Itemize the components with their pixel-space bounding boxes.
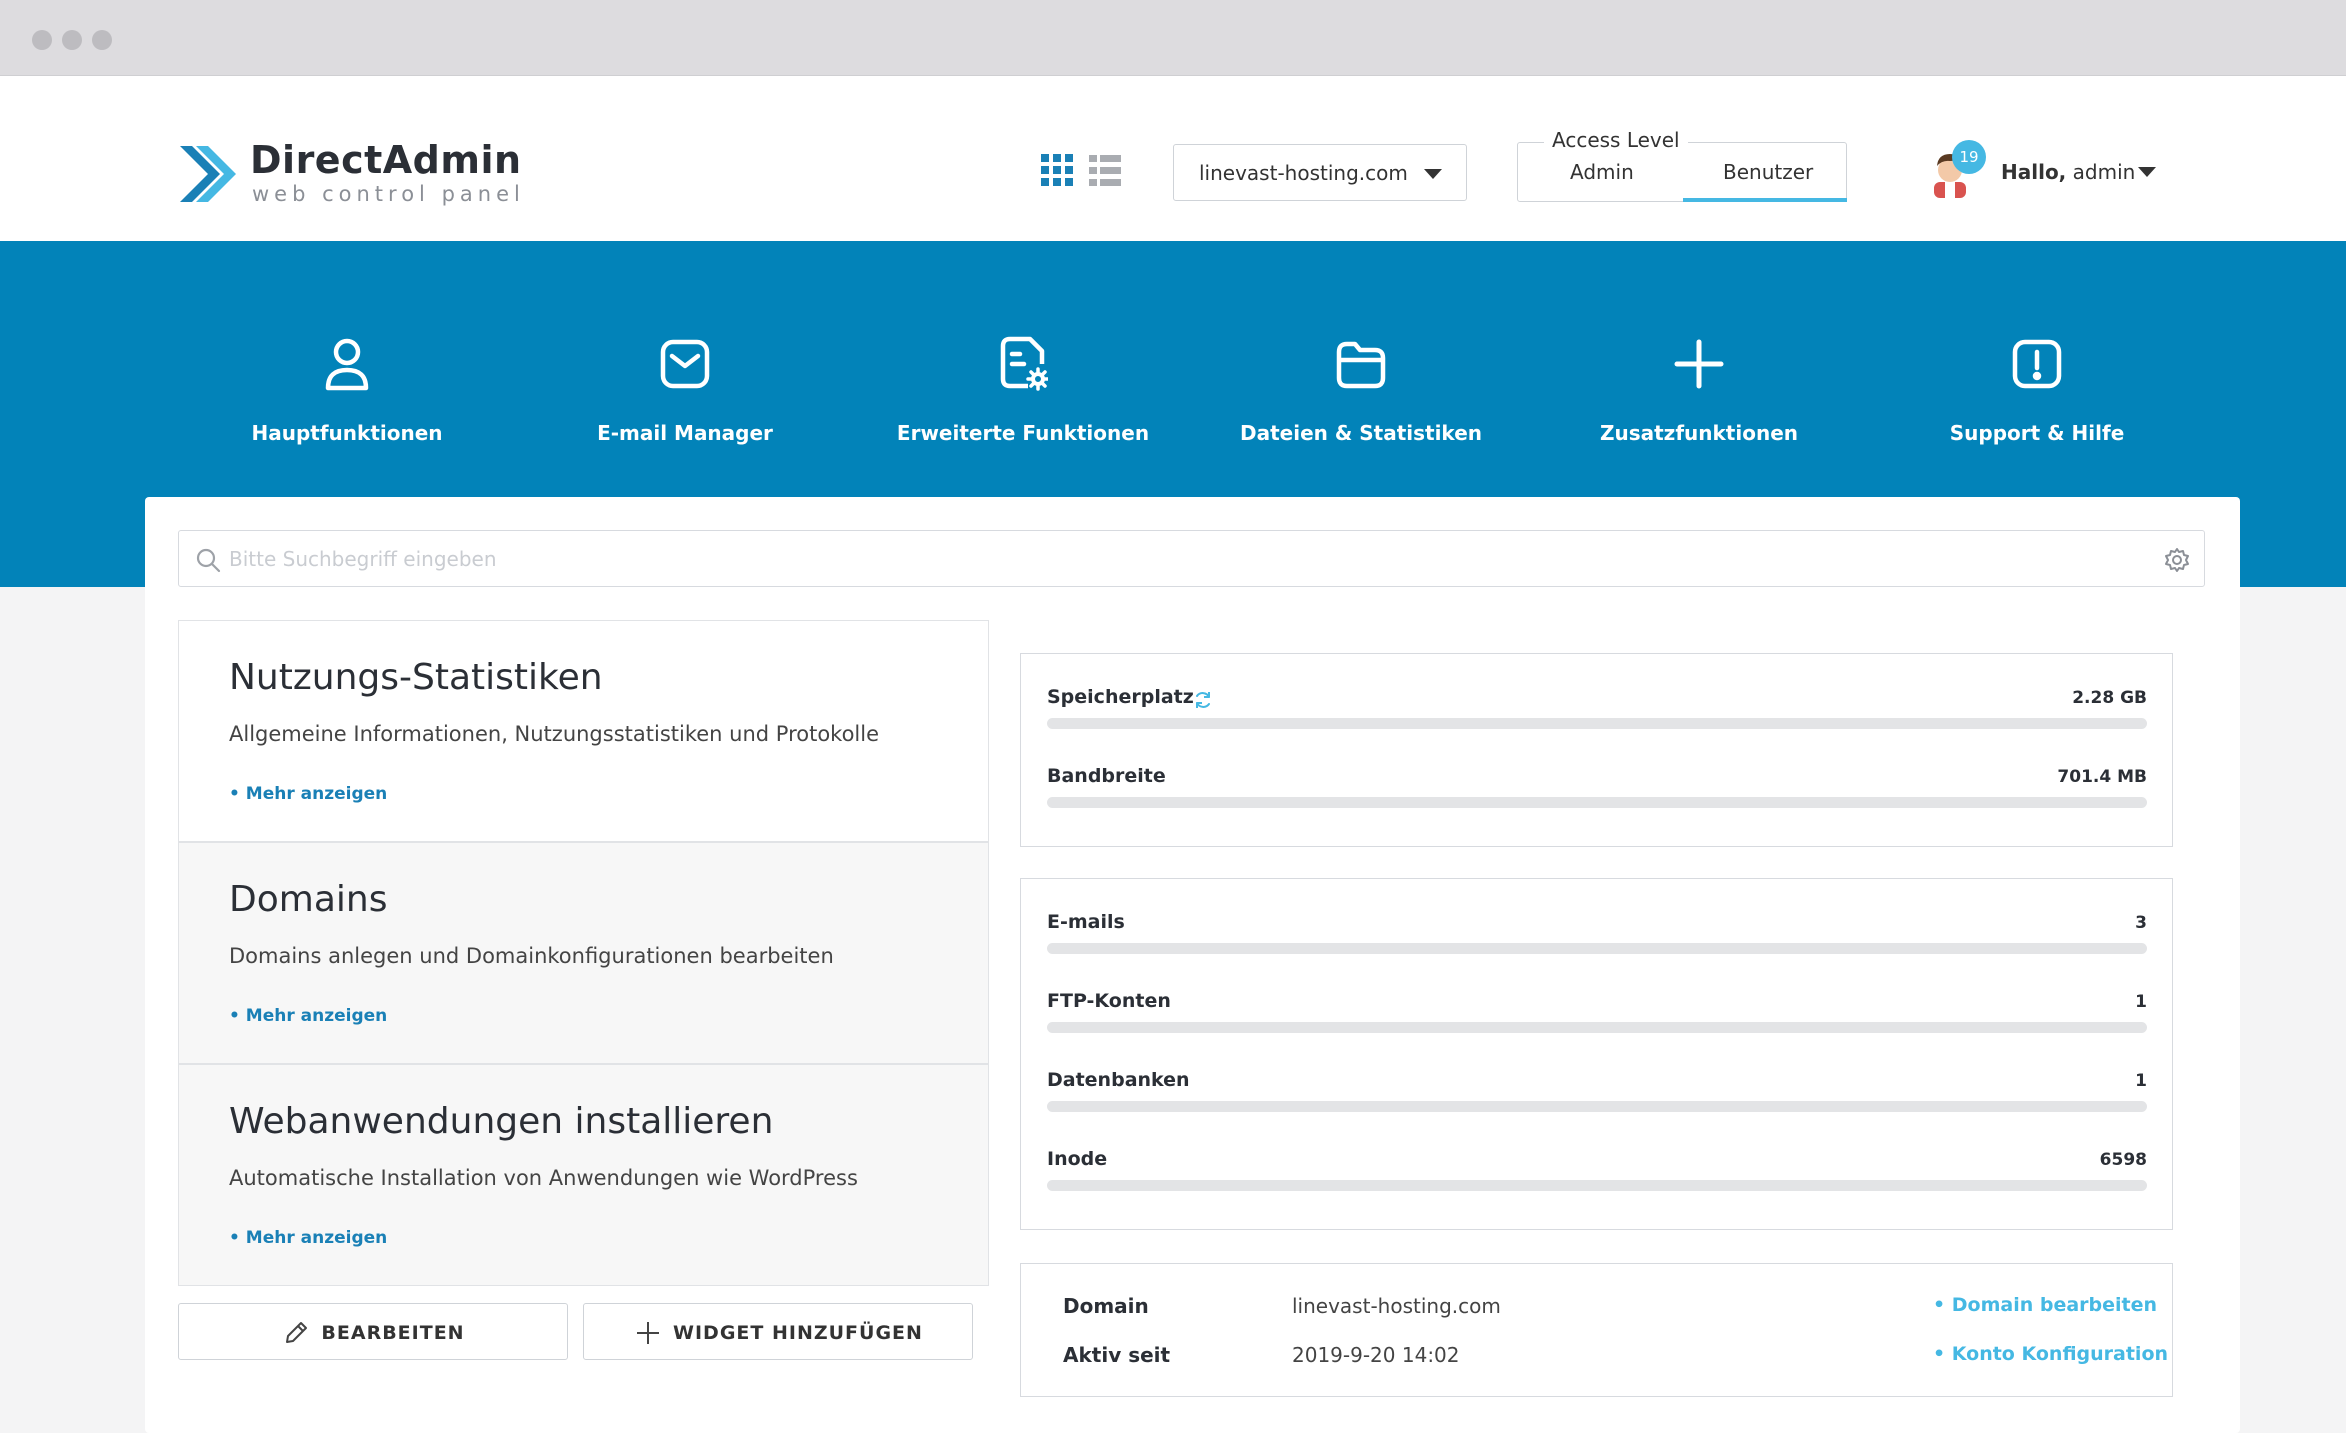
chevron-down-icon	[1424, 169, 1442, 179]
stat-value: 1	[2135, 992, 2147, 1012]
window-dot	[92, 30, 112, 50]
show-more-link[interactable]: • Mehr anzeigen	[229, 1006, 387, 1026]
usage-panel: Speicherplatz 2.28 GB Bandbreite 701.4 M…	[1020, 653, 2173, 847]
search-input[interactable]	[229, 541, 2129, 577]
domain-select[interactable]: linevast-hosting.com	[1173, 144, 1467, 201]
edit-domain-link[interactable]: • Domain bearbeiten	[1933, 1294, 2157, 1316]
stat-value: 701.4 MB	[2057, 767, 2147, 787]
widget-description: Allgemeine Informationen, Nutzungsstatis…	[229, 722, 880, 746]
gear-icon[interactable]	[2164, 547, 2190, 573]
progress-track	[1047, 1022, 2147, 1033]
grid-view-icon[interactable]	[1040, 153, 1074, 187]
nav-item-support-hilfe[interactable]: Support & Hilfe	[1887, 241, 2187, 491]
nav-item-email-manager[interactable]: E-mail Manager	[535, 241, 835, 491]
user-menu[interactable]: Hallo, admin	[2001, 160, 2135, 184]
mail-icon	[660, 339, 710, 389]
stat-value: 2.28 GB	[2072, 688, 2147, 708]
access-option-benutzer[interactable]: Benutzer	[1723, 160, 1813, 184]
search-icon	[196, 548, 221, 573]
stat-label: FTP-Konten	[1047, 990, 1171, 1012]
widget-title: Domains	[229, 879, 388, 920]
stat-bandwidth: Bandbreite 701.4 MB	[1047, 765, 2147, 825]
nav-label: Dateien & Statistiken	[1239, 421, 1482, 445]
add-widget-button-label: WIDGET HINZUFÜGEN	[673, 1321, 923, 1344]
stat-ftp-accounts: FTP-Konten 1	[1047, 990, 2147, 1050]
widget-title: Nutzungs-Statistiken	[229, 657, 603, 698]
access-level-legend: Access Level	[1544, 128, 1688, 152]
progress-track	[1047, 1180, 2147, 1191]
show-more-link[interactable]: • Mehr anzeigen	[229, 1228, 387, 1248]
search-bar	[178, 530, 2205, 587]
domain-label: Domain	[1063, 1294, 1149, 1318]
domain-value: linevast-hosting.com	[1292, 1294, 1501, 1318]
nav-label: Erweiterte Funktionen	[896, 421, 1150, 445]
add-widget-button[interactable]: WIDGET HINZUFÜGEN	[583, 1303, 973, 1360]
account-info-panel: Domain linevast-hosting.com • Domain bea…	[1020, 1263, 2173, 1397]
logo-title: DirectAdmin	[250, 138, 522, 182]
show-more-link[interactable]: • Mehr anzeigen	[229, 784, 387, 804]
refresh-icon[interactable]	[1193, 690, 1213, 710]
nav-item-erweiterte-funktionen[interactable]: Erweiterte Funktionen	[873, 241, 1173, 491]
logo-arrows-icon	[180, 146, 236, 202]
file-settings-icon	[1000, 336, 1048, 391]
stat-emails: E-mails 3	[1047, 911, 2147, 971]
edit-button-label: BEARBEITEN	[321, 1321, 465, 1344]
counts-panel: E-mails 3 FTP-Konten 1 Datenbanken 1 Ino…	[1020, 878, 2173, 1230]
access-option-admin[interactable]: Admin	[1570, 160, 1634, 184]
window-dot	[62, 30, 82, 50]
notification-badge[interactable]: 19	[1952, 140, 1986, 174]
logo-tagline: web control panel	[252, 182, 525, 206]
greeting-text: Hallo,	[2001, 160, 2067, 184]
stat-label: Speicherplatz	[1047, 686, 1194, 708]
stat-label: Bandbreite	[1047, 765, 1166, 787]
active-since-label: Aktiv seit	[1063, 1343, 1171, 1367]
widget-description: Automatische Installation von Anwendunge…	[229, 1166, 858, 1190]
active-tab-indicator	[1683, 198, 1847, 202]
nav-item-zusatzfunktionen[interactable]: Zusatzfunktionen	[1549, 241, 1849, 491]
top-header: DirectAdmin web control panel linevast-h…	[0, 76, 2346, 241]
nav-item-hauptfunktionen[interactable]: Hauptfunktionen	[197, 241, 497, 491]
user-icon	[325, 338, 369, 391]
nav-label: Support & Hilfe	[1949, 421, 2125, 445]
progress-track	[1047, 1101, 2147, 1112]
nav-label: Zusatzfunktionen	[1599, 421, 1799, 445]
stat-databases: Datenbanken 1	[1047, 1069, 2147, 1129]
username-text: admin	[2072, 160, 2136, 184]
nav-item-dateien-statistiken[interactable]: Dateien & Statistiken	[1211, 241, 1511, 491]
folder-icon	[1336, 341, 1386, 389]
window-dot	[32, 30, 52, 50]
widget-nutzungs-statistiken: Nutzungs-Statistiken Allgemeine Informat…	[178, 620, 989, 842]
plus-icon	[637, 1321, 660, 1344]
nav-label: Hauptfunktionen	[251, 421, 443, 445]
list-view-icon[interactable]	[1088, 153, 1122, 187]
widget-webanwendungen: Webanwendungen installieren Automatische…	[178, 1064, 989, 1286]
stat-label: E-mails	[1047, 911, 1125, 933]
stat-storage: Speicherplatz 2.28 GB	[1047, 686, 2147, 746]
stat-value: 6598	[2099, 1150, 2147, 1170]
user-menu-chevron-icon[interactable]	[2138, 167, 2156, 177]
pencil-icon	[286, 1321, 308, 1343]
edit-button[interactable]: BEARBEITEN	[178, 1303, 568, 1360]
stat-inode: Inode 6598	[1047, 1148, 2147, 1208]
stat-value: 3	[2135, 913, 2147, 933]
stat-label: Inode	[1047, 1148, 1108, 1170]
directadmin-logo[interactable]: DirectAdmin web control panel	[178, 138, 521, 214]
widget-title: Webanwendungen installieren	[229, 1101, 774, 1142]
browser-chrome	[0, 0, 2346, 76]
account-config-link[interactable]: • Konto Konfiguration	[1933, 1343, 2168, 1365]
progress-track	[1047, 797, 2147, 808]
stat-value: 1	[2135, 1071, 2147, 1091]
domain-select-value: linevast-hosting.com	[1199, 161, 1408, 185]
plus-icon	[1674, 339, 1724, 389]
widget-description: Domains anlegen und Domainkonfiguratione…	[229, 944, 834, 968]
stat-label: Datenbanken	[1047, 1069, 1190, 1091]
progress-track	[1047, 943, 2147, 954]
alert-icon	[2012, 339, 2062, 389]
widget-domains: Domains Domains anlegen und Domainkonfig…	[178, 842, 989, 1064]
nav-label: E-mail Manager	[597, 421, 773, 445]
progress-track	[1047, 718, 2147, 729]
active-since-value: 2019-9-20 14:02	[1292, 1343, 1460, 1367]
